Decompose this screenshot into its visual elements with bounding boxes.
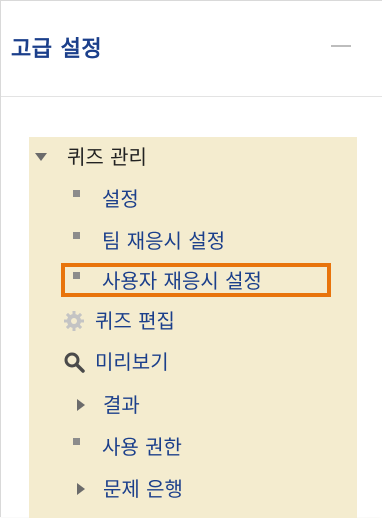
tree-item-permissions[interactable]: 사용 권한 xyxy=(73,431,182,463)
collapsed-arrow-icon[interactable] xyxy=(77,399,85,411)
collapsed-arrow-icon[interactable] xyxy=(77,483,85,495)
bullet-icon xyxy=(73,437,80,445)
tree-node-label: 퀴즈 관리 xyxy=(67,145,147,169)
panel-header: 고급 설정 xyxy=(1,1,382,97)
tree-item-label[interactable]: 퀴즈 편집 xyxy=(95,311,175,331)
tree-item-label[interactable]: 사용 권한 xyxy=(102,437,182,457)
expanded-arrow-icon[interactable] xyxy=(35,153,47,161)
tree-item-edit-quiz[interactable]: 퀴즈 편집 xyxy=(63,305,175,337)
magnifier-icon xyxy=(63,351,85,373)
tree-item-label[interactable]: 결과 xyxy=(103,395,140,415)
panel-title: 고급 설정 xyxy=(11,37,103,62)
tree-item-label[interactable]: 팀 재응시 설정 xyxy=(102,231,225,251)
gear-icon xyxy=(63,310,85,332)
tree-item-label[interactable]: 문제 은행 xyxy=(103,479,183,499)
tree-item-label[interactable]: 미리보기 xyxy=(95,352,169,372)
tree-item-preview[interactable]: 미리보기 xyxy=(63,346,169,378)
bullet-icon xyxy=(73,231,80,239)
tree-item-question-bank[interactable]: 문제 은행 xyxy=(77,473,183,505)
tree-node-quiz-admin[interactable]: 퀴즈 관리 xyxy=(35,141,147,173)
tree-item-team-retake[interactable]: 팀 재응시 설정 xyxy=(73,225,225,257)
tree-item-settings[interactable]: 설정 xyxy=(73,183,139,215)
tree-item-results[interactable]: 결과 xyxy=(77,389,140,421)
bullet-icon xyxy=(73,189,80,197)
highlight-box xyxy=(61,263,331,297)
tree-item-label[interactable]: 설정 xyxy=(102,189,139,209)
collapse-icon[interactable] xyxy=(331,45,351,47)
settings-panel: 고급 설정 퀴즈 관리 설정 팀 재응시 설정 사용자 재응시 설정 퀴즈 편집… xyxy=(0,0,382,518)
